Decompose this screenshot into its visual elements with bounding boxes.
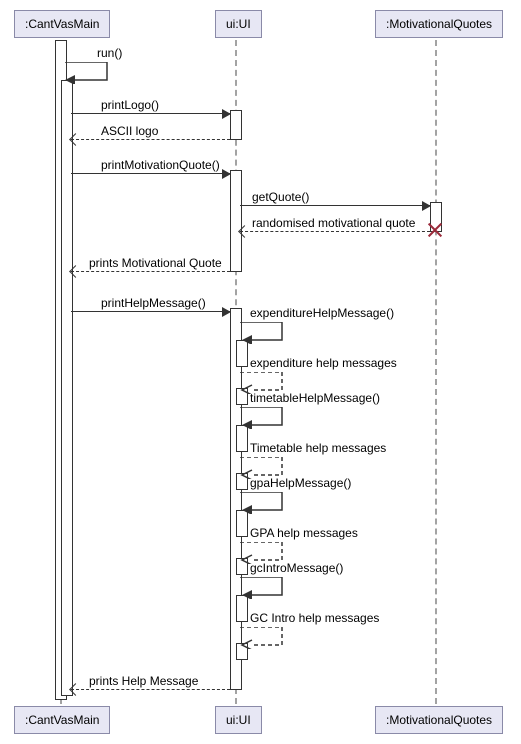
msg-gcintroret-self: GC Intro help messages — [240, 627, 300, 652]
msg-label: printHelpMessage() — [101, 296, 206, 310]
participant-cantvasmain-bottom: :CantVasMain — [14, 706, 110, 734]
lifeline-motivationalquotes — [435, 40, 437, 704]
participant-label: :MotivationalQuotes — [386, 713, 492, 727]
msg-getquote: getQuote() — [240, 188, 430, 206]
participant-cantvasmain-top: :CantVasMain — [14, 10, 110, 38]
participant-motivationalquotes-top: :MotivationalQuotes — [375, 10, 503, 38]
msg-label: GPA help messages — [250, 526, 358, 540]
msg-label: Timetable help messages — [250, 441, 386, 455]
participant-label: :CantVasMain — [25, 713, 99, 727]
activation-ui-exphelp — [236, 340, 248, 367]
destroy-motivationalquotes-icon — [426, 221, 444, 239]
msg-asciilogo: ASCII logo — [71, 122, 230, 140]
msg-label: expenditureHelpMessage() — [250, 306, 394, 320]
msg-label: getQuote() — [252, 190, 309, 204]
activation-ui-tthelp — [236, 425, 248, 452]
msg-printlogo: printLogo() — [71, 96, 230, 114]
msg-label: gcIntroMessage() — [250, 561, 343, 575]
msg-label: randomised motivational quote — [252, 216, 415, 230]
sequence-diagram: :CantVasMain ui:UI :MotivationalQuotes :… — [10, 10, 511, 734]
participant-ui-bottom: ui:UI — [215, 706, 262, 734]
msg-label: GC Intro help messages — [250, 611, 379, 625]
msg-label: gpaHelpMessage() — [250, 476, 351, 490]
participant-label: ui:UI — [226, 17, 251, 31]
msg-randomquote: randomised motivational quote — [240, 214, 430, 232]
msg-label: run() — [97, 46, 122, 60]
participant-ui-top: ui:UI — [215, 10, 262, 38]
activation-ui-gcintro — [236, 595, 248, 622]
activation-ui-printlogo — [230, 110, 242, 140]
participant-motivationalquotes-bottom: :MotivationalQuotes — [375, 706, 503, 734]
msg-printhelp: printHelpMessage() — [71, 294, 230, 312]
msg-label: prints Motivational Quote — [89, 256, 222, 270]
msg-printsmotivational: prints Motivational Quote — [71, 254, 230, 272]
msg-label: printMotivationQuote() — [101, 158, 220, 172]
participant-label: ui:UI — [226, 713, 251, 727]
msg-printshelp: prints Help Message — [71, 672, 230, 690]
msg-printmotivation: printMotivationQuote() — [71, 156, 230, 174]
participant-label: :MotivationalQuotes — [386, 17, 492, 31]
msg-label: ASCII logo — [101, 124, 158, 138]
msg-label: printLogo() — [101, 98, 159, 112]
activation-ui-gpahelp — [236, 510, 248, 537]
msg-label: prints Help Message — [89, 674, 198, 688]
msg-label: expenditure help messages — [250, 356, 397, 370]
participant-label: :CantVasMain — [25, 17, 99, 31]
msg-label: timetableHelpMessage() — [250, 391, 380, 405]
